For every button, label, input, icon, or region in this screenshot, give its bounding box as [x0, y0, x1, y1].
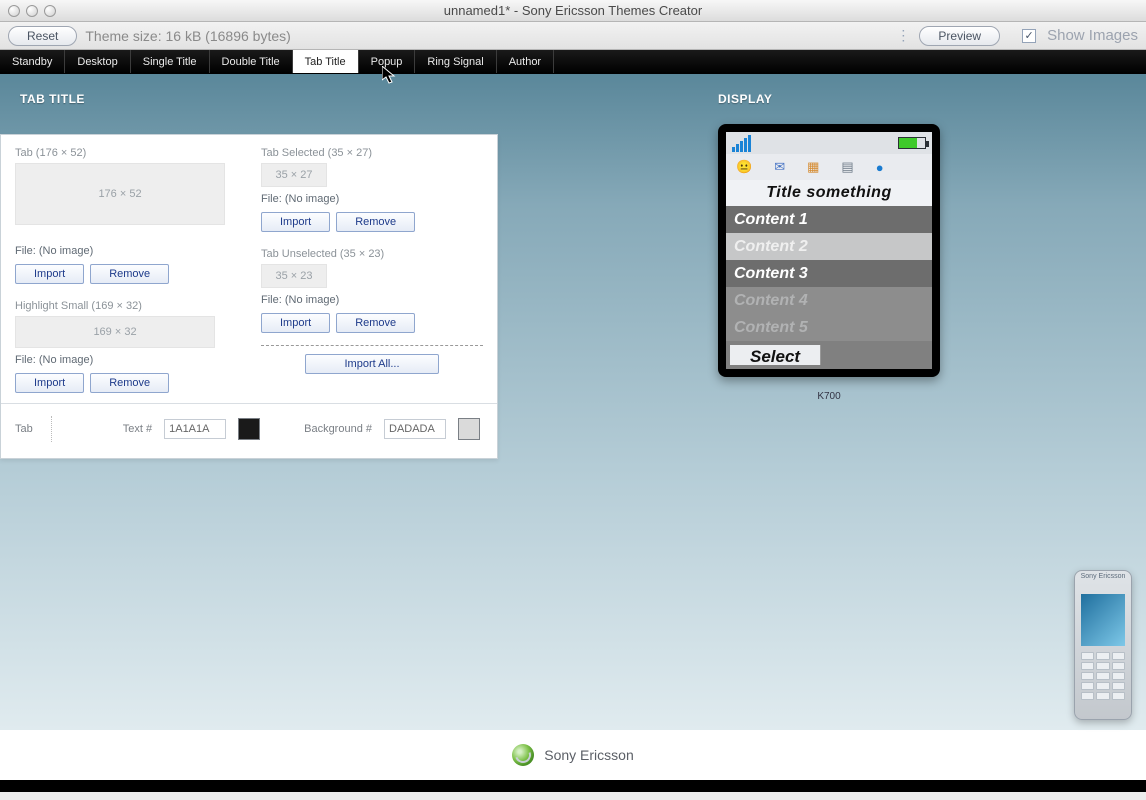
- phone-content-row: Content 5: [726, 314, 932, 341]
- tab-popup[interactable]: Popup: [359, 50, 416, 73]
- theme-size-label: Theme size: 16 kB (16896 bytes): [85, 28, 290, 44]
- window-titlebar: unnamed1* - Sony Ericsson Themes Creator: [0, 0, 1146, 22]
- highlight-size-label: Highlight Small (169 × 32): [15, 300, 237, 312]
- footer-tab-label: Tab: [15, 423, 33, 435]
- globe-icon: ●: [876, 160, 884, 175]
- display-heading: DISPLAY: [718, 92, 940, 106]
- tab-double-title[interactable]: Double Title: [210, 50, 293, 73]
- tab-title-heading: TAB TITLE: [20, 92, 85, 106]
- tab-ring-signal[interactable]: Ring Signal: [415, 50, 496, 73]
- window-title: unnamed1* - Sony Ericsson Themes Creator: [0, 3, 1146, 18]
- text-hex-label: Text #: [123, 423, 152, 435]
- tab-selected-file-label: File: (No image): [261, 193, 483, 205]
- highlight-import-button[interactable]: Import: [15, 373, 84, 393]
- tabstrip: StandbyDesktopSingle TitleDouble TitleTa…: [0, 50, 1146, 74]
- phone-preview: 😐 ✉ ▦ ▤ ● Title something Content 1Conte…: [718, 124, 940, 377]
- tab-unselected-swatch[interactable]: 35 × 23: [261, 264, 327, 288]
- highlight-remove-button[interactable]: Remove: [90, 373, 169, 393]
- tab-size-label: Tab (176 × 52): [15, 147, 237, 159]
- bg-hex-input[interactable]: [384, 419, 446, 439]
- phone-content-row: Content 3: [726, 260, 932, 287]
- tab-unselected-label: Tab Unselected (35 × 23): [261, 248, 483, 260]
- show-images-checkbox[interactable]: [1022, 29, 1036, 43]
- tab-import-button[interactable]: Import: [15, 264, 84, 284]
- tab-unselected-file-label: File: (No image): [261, 294, 483, 306]
- preview-button[interactable]: Preview: [919, 26, 1000, 46]
- show-images-label: Show Images: [1047, 27, 1138, 44]
- phone-select-softkey: Select: [730, 345, 821, 365]
- toolbar-separator-icon: ⋮: [896, 27, 911, 44]
- sony-ericsson-logo-icon: [512, 744, 534, 766]
- phone-content-row: Content 2: [726, 233, 932, 260]
- note-icon: ▤: [841, 159, 853, 175]
- brand-label: Sony Ericsson: [544, 747, 633, 763]
- brand-bar: Sony Ericsson: [0, 730, 1146, 780]
- tab-single-title[interactable]: Single Title: [131, 50, 210, 73]
- phone-content-row: Content 4: [726, 287, 932, 314]
- color-footer: Tab Text # Background #: [1, 403, 497, 458]
- bottom-strip: [0, 780, 1146, 792]
- signal-icon: [732, 135, 751, 152]
- bg-color-chip[interactable]: [458, 418, 480, 440]
- toolbar: Reset Theme size: 16 kB (16896 bytes) ⋮ …: [0, 22, 1146, 50]
- tab-selected-swatch[interactable]: 35 × 27: [261, 163, 327, 187]
- text-color-chip[interactable]: [238, 418, 260, 440]
- tab-selected-remove-button[interactable]: Remove: [336, 212, 415, 232]
- phone-title: Title something: [726, 180, 932, 206]
- battery-icon: [898, 137, 926, 149]
- highlight-swatch[interactable]: 169 × 32: [15, 316, 215, 348]
- tab-unselected-import-button[interactable]: Import: [261, 313, 330, 333]
- divider: [261, 345, 483, 346]
- tab-standby[interactable]: Standby: [0, 50, 65, 73]
- tab-selected-label: Tab Selected (35 × 27): [261, 147, 483, 159]
- tab-desktop[interactable]: Desktop: [65, 50, 130, 73]
- phone-content-row: Content 1: [726, 206, 932, 233]
- footer-divider-icon: [51, 416, 53, 442]
- reset-button[interactable]: Reset: [8, 26, 77, 46]
- phone-appicons: 😐 ✉ ▦ ▤ ●: [726, 154, 932, 180]
- tab-tab-title[interactable]: Tab Title: [293, 50, 359, 73]
- phone-thumbnail: Sony Ericsson: [1074, 570, 1132, 720]
- mail-icon: ✉: [774, 159, 785, 175]
- tab-title-panel: Tab (176 × 52) 176 × 52 File: (No image)…: [0, 134, 498, 459]
- calendar-icon: ▦: [807, 159, 819, 175]
- highlight-file-label: File: (No image): [15, 354, 237, 366]
- phone-statusbar: [726, 132, 932, 154]
- bg-hex-label: Background #: [304, 423, 372, 435]
- text-hex-input[interactable]: [164, 419, 226, 439]
- tab-selected-import-button[interactable]: Import: [261, 212, 330, 232]
- workspace: TAB TITLE Tab (176 × 52) 176 × 52 File: …: [0, 74, 1146, 730]
- tab-remove-button[interactable]: Remove: [90, 264, 169, 284]
- tab-unselected-remove-button[interactable]: Remove: [336, 313, 415, 333]
- tab-swatch[interactable]: 176 × 52: [15, 163, 225, 225]
- phone-model-label: K700: [718, 391, 940, 402]
- tab-file-label: File: (No image): [15, 245, 237, 257]
- tab-author[interactable]: Author: [497, 50, 554, 73]
- phone-thumbnail-brand: Sony Ericsson: [1075, 573, 1131, 580]
- smiley-icon: 😐: [736, 159, 752, 175]
- import-all-button[interactable]: Import All...: [305, 354, 439, 374]
